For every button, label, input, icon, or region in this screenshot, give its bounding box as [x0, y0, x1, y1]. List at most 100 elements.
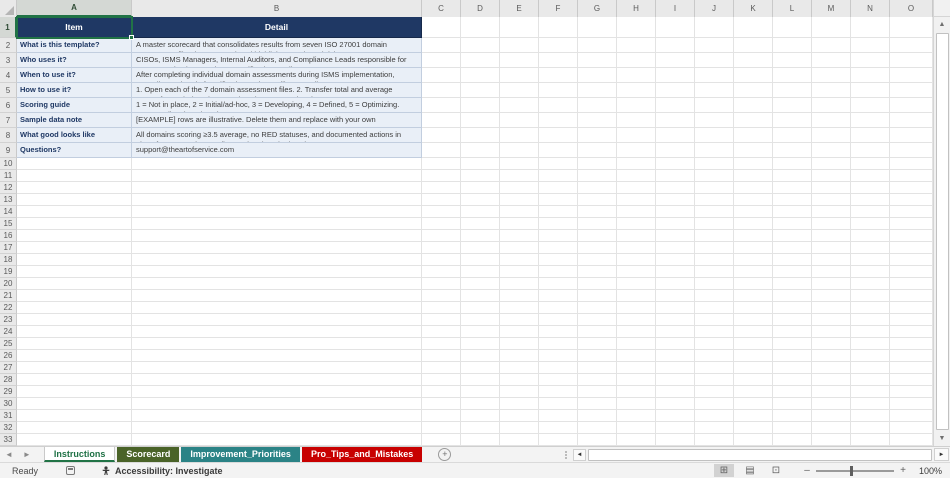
empty-cell[interactable]	[617, 314, 656, 326]
empty-cell[interactable]	[890, 113, 933, 128]
empty-cell[interactable]	[422, 350, 461, 362]
empty-cell[interactable]	[656, 143, 695, 158]
empty-cell[interactable]	[578, 350, 617, 362]
empty-cell[interactable]	[656, 17, 695, 38]
empty-cell[interactable]	[461, 128, 500, 143]
empty-cell[interactable]	[617, 254, 656, 266]
empty-cell[interactable]	[132, 278, 422, 290]
empty-cell[interactable]	[851, 350, 890, 362]
empty-cell[interactable]	[734, 17, 773, 38]
empty-cell[interactable]	[578, 434, 617, 446]
empty-cell[interactable]	[578, 98, 617, 113]
empty-cell[interactable]	[539, 143, 578, 158]
empty-cell[interactable]	[422, 254, 461, 266]
empty-cell[interactable]	[500, 218, 539, 230]
empty-cell[interactable]	[734, 194, 773, 206]
empty-cell[interactable]	[890, 374, 933, 386]
zoom-slider[interactable]	[816, 465, 894, 476]
row-header-31[interactable]: 31	[0, 410, 17, 422]
empty-cell[interactable]	[656, 290, 695, 302]
empty-cell[interactable]	[656, 254, 695, 266]
empty-cell[interactable]	[695, 230, 734, 242]
empty-cell[interactable]	[17, 398, 132, 410]
empty-cell[interactable]	[734, 53, 773, 68]
empty-cell[interactable]	[695, 254, 734, 266]
empty-cell[interactable]	[812, 350, 851, 362]
empty-cell[interactable]	[851, 254, 890, 266]
empty-cell[interactable]	[851, 53, 890, 68]
empty-cell[interactable]	[500, 266, 539, 278]
scroll-down-icon[interactable]: ▼	[934, 431, 950, 446]
row-header-19[interactable]: 19	[0, 266, 17, 278]
empty-cell[interactable]	[578, 290, 617, 302]
empty-cell[interactable]	[695, 398, 734, 410]
cell-item[interactable]: Scoring guide	[17, 98, 132, 113]
empty-cell[interactable]	[578, 83, 617, 98]
empty-cell[interactable]	[695, 143, 734, 158]
empty-cell[interactable]	[773, 266, 812, 278]
empty-cell[interactable]	[500, 434, 539, 446]
empty-cell[interactable]	[578, 314, 617, 326]
empty-cell[interactable]	[539, 434, 578, 446]
empty-cell[interactable]	[500, 374, 539, 386]
empty-cell[interactable]	[132, 170, 422, 182]
empty-cell[interactable]	[695, 158, 734, 170]
empty-cell[interactable]	[422, 398, 461, 410]
empty-cell[interactable]	[812, 194, 851, 206]
empty-cell[interactable]	[617, 230, 656, 242]
empty-cell[interactable]	[578, 53, 617, 68]
macro-record-icon[interactable]	[66, 466, 76, 475]
empty-cell[interactable]	[773, 68, 812, 83]
empty-cell[interactable]	[461, 434, 500, 446]
empty-cell[interactable]	[773, 434, 812, 446]
empty-cell[interactable]	[539, 170, 578, 182]
empty-cell[interactable]	[812, 68, 851, 83]
empty-cell[interactable]	[17, 434, 132, 446]
cell-detail[interactable]: 1 = Not in place, 2 = Initial/ad-hoc, 3 …	[132, 98, 422, 113]
empty-cell[interactable]	[461, 68, 500, 83]
empty-cell[interactable]	[734, 362, 773, 374]
empty-cell[interactable]	[695, 53, 734, 68]
empty-cell[interactable]	[773, 128, 812, 143]
empty-cell[interactable]	[578, 362, 617, 374]
empty-cell[interactable]	[17, 158, 132, 170]
empty-cell[interactable]	[500, 182, 539, 194]
empty-cell[interactable]	[422, 17, 461, 38]
empty-cell[interactable]	[695, 278, 734, 290]
empty-cell[interactable]	[422, 128, 461, 143]
empty-cell[interactable]	[695, 170, 734, 182]
empty-cell[interactable]	[500, 254, 539, 266]
empty-cell[interactable]	[851, 386, 890, 398]
empty-cell[interactable]	[539, 230, 578, 242]
empty-cell[interactable]	[695, 422, 734, 434]
row-header-33[interactable]: 33	[0, 434, 17, 446]
empty-cell[interactable]	[539, 302, 578, 314]
empty-cell[interactable]	[539, 266, 578, 278]
empty-cell[interactable]	[422, 266, 461, 278]
empty-cell[interactable]	[132, 338, 422, 350]
empty-cell[interactable]	[132, 302, 422, 314]
empty-cell[interactable]	[617, 326, 656, 338]
row-header-23[interactable]: 23	[0, 314, 17, 326]
empty-cell[interactable]	[773, 350, 812, 362]
row-header-25[interactable]: 25	[0, 338, 17, 350]
empty-cell[interactable]	[461, 218, 500, 230]
empty-cell[interactable]	[500, 386, 539, 398]
empty-cell[interactable]	[773, 422, 812, 434]
empty-cell[interactable]	[656, 38, 695, 53]
empty-cell[interactable]	[617, 143, 656, 158]
empty-cell[interactable]	[656, 242, 695, 254]
empty-cell[interactable]	[617, 206, 656, 218]
empty-cell[interactable]	[539, 98, 578, 113]
empty-cell[interactable]	[890, 128, 933, 143]
empty-cell[interactable]	[461, 206, 500, 218]
empty-cell[interactable]	[617, 434, 656, 446]
empty-cell[interactable]	[617, 182, 656, 194]
empty-cell[interactable]	[539, 410, 578, 422]
empty-cell[interactable]	[578, 422, 617, 434]
empty-cell[interactable]	[734, 266, 773, 278]
empty-cell[interactable]	[695, 113, 734, 128]
empty-cell[interactable]	[617, 302, 656, 314]
empty-cell[interactable]	[734, 314, 773, 326]
empty-cell[interactable]	[695, 83, 734, 98]
